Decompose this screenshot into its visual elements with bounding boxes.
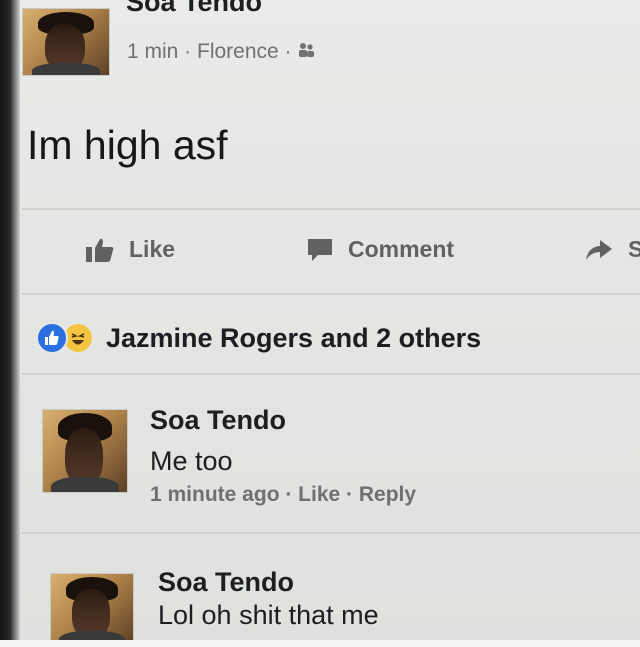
friends-icon (297, 40, 317, 64)
phone-edge (0, 0, 20, 647)
divider-middle (22, 293, 640, 295)
comment-avatar[interactable] (42, 409, 128, 493)
divider-comments (22, 532, 640, 534)
post-meta-text: 1 min · Florence · (127, 40, 298, 63)
divider-reactions (22, 373, 640, 375)
post-text: Im high asf (27, 122, 228, 168)
reactions-text: Jazmine Rogers and 2 others (106, 322, 482, 353)
comment-avatar[interactable] (50, 573, 134, 645)
comment-button[interactable]: Comment (306, 236, 454, 263)
thumbs-up-icon (86, 238, 114, 262)
comment-label: Comment (348, 236, 455, 262)
divider-top (22, 208, 640, 210)
comment-author[interactable]: Soa Tendo (150, 405, 286, 436)
like-icon (36, 322, 68, 354)
comment-author[interactable]: Soa Tendo (158, 567, 294, 598)
comment-meta[interactable]: 1 minute ago · Like · Reply (150, 483, 416, 507)
reactions-row[interactable]: Jazmine Rogers and 2 others (36, 322, 481, 354)
post-author-name-clip: Soa Tendo (110, 0, 310, 20)
like-button[interactable]: Like (85, 236, 175, 263)
comment-text: Lol oh shit that me (158, 600, 379, 630)
share-button[interactable]: S (584, 236, 640, 263)
like-label: Like (129, 236, 176, 262)
comment-text: Me too (150, 446, 233, 476)
share-icon (586, 239, 612, 260)
post-author-name[interactable]: Soa Tendo (126, 0, 262, 18)
facebook-post-screen: Soa Tendo 1 min · Florence · Im high asf… (0, 0, 640, 647)
post-meta: 1 min · Florence · (127, 40, 317, 64)
share-label: S (628, 236, 640, 262)
post-author-avatar[interactable] (22, 8, 110, 76)
comment-icon (308, 238, 332, 261)
bottom-edge (0, 640, 640, 647)
